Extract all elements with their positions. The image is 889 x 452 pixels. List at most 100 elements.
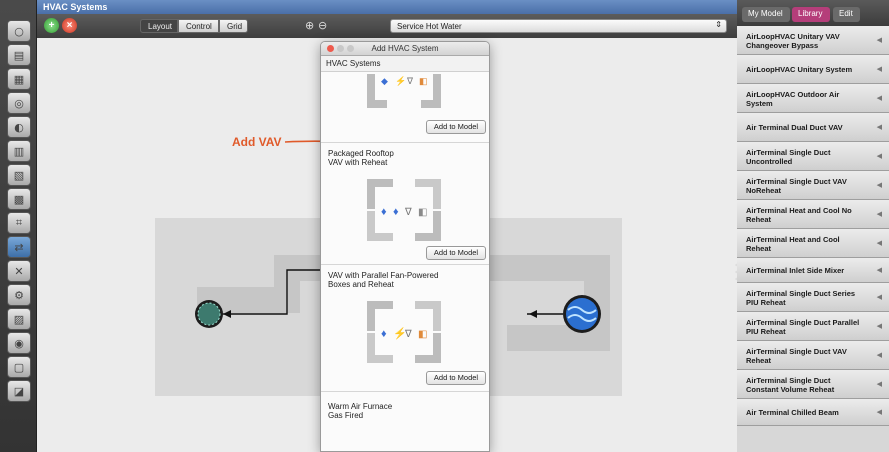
thermal-zones-tool-button[interactable]: ⌗ bbox=[7, 212, 31, 234]
space-types-tool-button[interactable]: ◐ bbox=[7, 116, 31, 138]
add-button[interactable]: + bbox=[44, 18, 59, 33]
library-item[interactable]: AirTerminal Single Duct VAV Reheat ◀ bbox=[737, 341, 889, 370]
site-tool-button[interactable]: ○ bbox=[7, 20, 31, 42]
water-supply-icon[interactable] bbox=[563, 295, 601, 333]
outputs-icon: ⚙ bbox=[14, 288, 24, 302]
library-item[interactable]: AirLoopHVAC Unitary System ◀ bbox=[737, 55, 889, 84]
loop-select[interactable]: Service Hot Water ⇕ bbox=[390, 19, 727, 33]
library-item[interactable]: AirTerminal Single Duct Uncontrolled ◀ bbox=[737, 142, 889, 171]
chevron-left-icon: ◀ bbox=[876, 321, 882, 330]
run-tool-button[interactable]: ▢ bbox=[7, 356, 31, 378]
library-item-label: AirTerminal Single Duct VAV Reheat bbox=[746, 346, 847, 365]
chevron-left-icon: ◀ bbox=[876, 379, 882, 388]
facility-tool-button[interactable]: ▧ bbox=[7, 164, 31, 186]
library-item[interactable]: AirTerminal Single Duct Parallel PIU Reh… bbox=[737, 312, 889, 341]
cooling-coil-icon: ♦ bbox=[381, 328, 387, 340]
thermal-zones-icon: ⌗ bbox=[15, 216, 23, 229]
library-item-label: AirTerminal Single Duct VAV NoReheat bbox=[746, 176, 847, 195]
library-item[interactable]: AirTerminal Heat and Cool No Reheat ◀ bbox=[737, 200, 889, 229]
library-item[interactable]: AirLoopHVAC Outdoor Air System ◀ bbox=[737, 84, 889, 113]
system-diagram: ♦ ♦ ∇ ◧ bbox=[367, 179, 441, 241]
fan-icon: ∇ bbox=[404, 207, 412, 218]
chevron-left-icon: ◀ bbox=[876, 292, 882, 301]
library-item[interactable]: AirTerminal Single Duct Series PIU Rehea… bbox=[737, 283, 889, 312]
facility-icon: ▧ bbox=[13, 168, 25, 182]
library-item-label: AirLoopHVAC Unitary System bbox=[746, 65, 853, 74]
system-name: VAV with Parallel Fan-Powered Boxes and … bbox=[328, 271, 439, 289]
loads-tool-button[interactable]: ◎ bbox=[7, 92, 31, 114]
simulation-settings-tool-button[interactable]: ▨ bbox=[7, 308, 31, 330]
loads-icon: ◎ bbox=[14, 96, 24, 110]
scripts-tool-button[interactable]: ◉ bbox=[7, 332, 31, 354]
fan-icon: ∇ bbox=[404, 329, 412, 340]
heating-coil-icon: ♦ bbox=[381, 206, 387, 218]
system-item: ◆ ⚡ ∇ ◧ Add to Model bbox=[321, 72, 489, 148]
library-item[interactable]: AirTerminal Single Duct VAV NoReheat ◀ bbox=[737, 171, 889, 200]
spaces-tool-button[interactable]: ▩ bbox=[7, 188, 31, 210]
chevron-left-icon: ◀ bbox=[876, 64, 882, 73]
system-item-warm-air-furnace[interactable]: Warm Air Furnace Gas Fired bbox=[321, 392, 489, 451]
geometry-tool-button[interactable]: ▥ bbox=[7, 140, 31, 162]
left-toolbar: ○ ▤ ▦ ◎ ◐ ▥ ▧ ▩ ⌗ ⇄ ✕ ⚙ ▨ ◉ ▢ ◪ bbox=[0, 0, 37, 452]
system-item-packaged-rooftop-vav[interactable]: Packaged Rooftop VAV with Reheat ♦ ♦ ∇ ◧… bbox=[321, 143, 489, 263]
add-to-model-button[interactable]: Add to Model bbox=[426, 371, 486, 385]
layout-tab[interactable]: Layout bbox=[140, 19, 178, 33]
tab-edit[interactable]: Edit bbox=[833, 7, 860, 22]
constructions-icon: ▦ bbox=[13, 72, 25, 86]
library-item[interactable]: Air Terminal Dual Duct VAV ◀ bbox=[737, 113, 889, 142]
library-item-label: AirLoopHVAC Unitary VAV Changeover Bypas… bbox=[746, 31, 840, 50]
library-item-label: AirTerminal Single Duct Parallel PIU Reh… bbox=[746, 317, 860, 336]
tab-my-model[interactable]: My Model bbox=[742, 7, 790, 22]
library-item-label: AirLoopHVAC Outdoor Air System bbox=[746, 89, 840, 108]
system-name: Packaged Rooftop VAV with Reheat bbox=[328, 149, 394, 167]
library-item-label: AirTerminal Heat and Cool Reheat bbox=[746, 234, 840, 253]
hvac-systems-tool-button[interactable]: ⇄ bbox=[7, 236, 31, 258]
library-item[interactable]: AirTerminal Inlet Side Mixer ◀ bbox=[737, 258, 889, 283]
zoom-in-icon[interactable]: ⊕ bbox=[305, 19, 314, 32]
library-item-label: AirTerminal Single Duct Series PIU Rehea… bbox=[746, 288, 856, 307]
schedules-icon: ▤ bbox=[13, 48, 25, 62]
remove-button[interactable]: × bbox=[62, 18, 77, 33]
library-item[interactable]: Air Terminal Chilled Beam ◀ bbox=[737, 399, 889, 426]
zoom-out-icon[interactable]: ⊖ bbox=[318, 19, 327, 32]
system-list[interactable]: ◆ ⚡ ∇ ◧ Add to Model Packaged Rooftop VA… bbox=[321, 72, 489, 451]
library-item[interactable]: AirLoopHVAC Unitary VAV Changeover Bypas… bbox=[737, 26, 889, 55]
chevron-left-icon: ◀ bbox=[876, 122, 882, 131]
library-panel: My Model Library Edit AirLoopHVAC Unitar… bbox=[737, 0, 889, 452]
library-item-label: Air Terminal Dual Duct VAV bbox=[746, 123, 843, 132]
library-item[interactable]: AirTerminal Heat and Cool Reheat ◀ bbox=[737, 229, 889, 258]
library-list[interactable]: AirLoopHVAC Unitary VAV Changeover Bypas… bbox=[737, 26, 889, 452]
control-tab[interactable]: Control bbox=[178, 19, 219, 33]
add-to-model-button[interactable]: Add to Model bbox=[426, 246, 486, 260]
add-to-model-button[interactable]: Add to Model bbox=[426, 120, 486, 134]
chevron-left-icon: ◀ bbox=[876, 93, 882, 102]
building-summary-tool-button[interactable]: ✕ bbox=[7, 260, 31, 282]
site-icon: ○ bbox=[14, 24, 24, 38]
constructions-tool-button[interactable]: ▦ bbox=[7, 68, 31, 90]
library-item-label: AirTerminal Single Duct Constant Volume … bbox=[746, 375, 835, 394]
app-window: ○ ▤ ▦ ◎ ◐ ▥ ▧ ▩ ⌗ ⇄ ✕ ⚙ ▨ ◉ ▢ ◪ HVAC Systems + × Layout… bbox=[0, 0, 889, 452]
simulation-settings-icon: ▨ bbox=[13, 312, 25, 326]
chevron-left-icon: ◀ bbox=[876, 238, 882, 247]
results-tool-button[interactable]: ◪ bbox=[7, 380, 31, 402]
chevron-left-icon: ◀ bbox=[876, 265, 882, 274]
tab-library[interactable]: Library bbox=[792, 7, 830, 22]
system-diagram: ♦ ⚡ ∇ ◧ bbox=[367, 301, 441, 363]
chevron-left-icon: ◀ bbox=[876, 180, 882, 189]
hvac-toolbar: + × Layout Control Grid ⊕ ⊖ Service Hot … bbox=[37, 14, 737, 38]
dialog-header: HVAC Systems bbox=[321, 56, 489, 72]
arrow-head-right bbox=[529, 310, 537, 318]
library-item-label: AirTerminal Inlet Side Mixer bbox=[746, 266, 845, 275]
svg-text:⚡: ⚡ bbox=[395, 75, 406, 87]
system-item-vav-parallel-fan-powered[interactable]: VAV with Parallel Fan-Powered Boxes and … bbox=[321, 265, 489, 390]
outputs-tool-button[interactable]: ⚙ bbox=[7, 284, 31, 306]
svg-text:◆: ◆ bbox=[381, 76, 388, 86]
grid-tab[interactable]: Grid bbox=[219, 19, 248, 33]
water-heater-icon[interactable] bbox=[195, 300, 223, 328]
schedules-tool-button[interactable]: ▤ bbox=[7, 44, 31, 66]
damper-icon: ◧ bbox=[418, 329, 427, 340]
library-item[interactable]: AirTerminal Single Duct Constant Volume … bbox=[737, 370, 889, 399]
space-types-icon: ◐ bbox=[14, 120, 24, 134]
run-icon: ▢ bbox=[13, 360, 25, 374]
geometry-icon: ▥ bbox=[13, 144, 25, 158]
